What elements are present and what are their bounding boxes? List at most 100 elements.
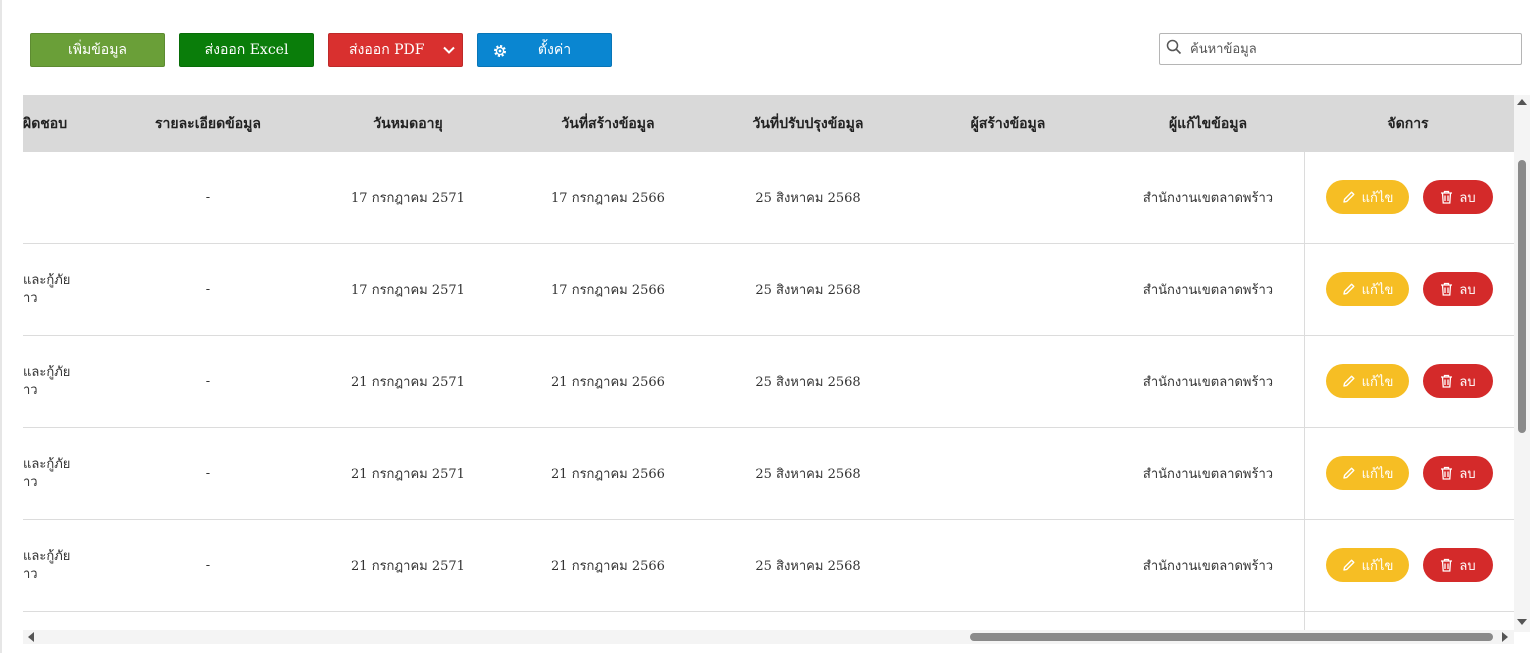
cell-responsible-line2: าว: [23, 290, 38, 306]
settings-button[interactable]: ตั้งค่า: [477, 33, 612, 67]
cell-responsible: และกู้ภัยาว: [23, 428, 93, 519]
cell-created-date: 21 กรกฎาคม 2566: [551, 559, 665, 574]
cell-creator: [928, 152, 1088, 243]
cell-detail: -: [205, 190, 211, 205]
trash-icon: [1440, 282, 1453, 296]
edit-label: แก้ไข: [1361, 558, 1394, 574]
cell-creator: [928, 520, 1088, 611]
horizontal-scroll-thumb[interactable]: [970, 633, 1493, 641]
cell-editor: สำนักงานเขตลาดพร้าว: [1142, 191, 1274, 206]
cell-responsible: และกู้ภัยาว: [23, 520, 93, 611]
cell-responsible-line2: าว: [23, 382, 38, 398]
cell-expire-date: 21 กรกฎาคม 2571: [351, 467, 465, 482]
cell-detail: -: [205, 466, 211, 481]
edit-button[interactable]: แก้ไข: [1326, 548, 1409, 582]
cell-responsible-line1: และกู้ภัย: [23, 456, 71, 472]
cell-detail: -: [205, 374, 211, 389]
cell-created-date: 17 กรกฎาคม 2566: [551, 191, 665, 206]
cell-responsible-line1: และกู้ภัย: [23, 272, 71, 288]
trash-icon: [1440, 466, 1453, 480]
delete-button[interactable]: ลบ: [1423, 272, 1493, 306]
delete-label: ลบ: [1459, 466, 1476, 482]
pencil-icon: [1342, 374, 1356, 388]
scroll-down-arrow-icon[interactable]: [1517, 619, 1527, 625]
cell-creator: [928, 244, 1088, 335]
cell-expire-date: 21 กรกฎาคม 2571: [351, 375, 465, 390]
delete-button[interactable]: ลบ: [1423, 456, 1493, 490]
edit-label: แก้ไข: [1361, 190, 1394, 206]
cell-creator: [928, 336, 1088, 427]
cell-editor: สำนักงานเขตลาดพร้าว: [1142, 375, 1274, 390]
export-excel-label: ส่งออก Excel: [204, 42, 289, 58]
cell-responsible: และกู้ภัยาว: [23, 244, 93, 335]
cell-responsible-line2: าว: [23, 566, 38, 582]
header-creator[interactable]: ผู้สร้างข้อมูล: [928, 95, 1088, 152]
search-box[interactable]: [1159, 33, 1522, 65]
pencil-icon: [1342, 466, 1356, 480]
header-manage: จัดการ: [1387, 115, 1429, 132]
cell-responsible: และกู้ภัยาว: [23, 336, 93, 427]
manage-column-divider: [1304, 152, 1305, 632]
table-row: และกู้ภัย าว - 21 กรกฎาคม 2571 21 กรกฎาคม 25…: [23, 520, 1514, 612]
cell-expire-date: 17 กรกฎาคม 2571: [351, 191, 465, 206]
delete-label: ลบ: [1459, 190, 1476, 206]
trash-icon: [1440, 190, 1453, 204]
header-created-date[interactable]: วันที่สร้างข้อมูล: [528, 95, 688, 152]
header-editor[interactable]: ผู้แก้ไขข้อมูล: [1128, 95, 1288, 152]
cell-updated-date: 25 สิงหาคม 2568: [755, 559, 861, 574]
delete-button[interactable]: ลบ: [1423, 180, 1493, 214]
search-icon: [1166, 39, 1182, 59]
cell-responsible-line1: และกู้ภัย: [23, 548, 71, 564]
cell-detail: -: [205, 282, 211, 297]
edit-label: แก้ไข: [1361, 374, 1394, 390]
edit-button[interactable]: แก้ไข: [1326, 272, 1409, 306]
cell-responsible-line2: าว: [23, 474, 38, 490]
cell-expire-date: 17 กรกฎาคม 2571: [351, 283, 465, 298]
pencil-icon: [1342, 282, 1356, 296]
cell-updated-date: 25 สิงหาคม 2568: [755, 283, 861, 298]
delete-label: ลบ: [1459, 282, 1476, 298]
header-expire-date[interactable]: วันหมดอายุ: [328, 95, 488, 152]
trash-icon: [1440, 374, 1453, 388]
vertical-scroll-thumb[interactable]: [1518, 160, 1526, 433]
scroll-up-arrow-icon[interactable]: [1517, 99, 1527, 105]
cell-detail: -: [205, 558, 211, 573]
delete-label: ลบ: [1459, 374, 1476, 390]
export-pdf-button[interactable]: ส่งออก PDF: [328, 33, 463, 67]
gear-icon: [492, 43, 508, 63]
table-row: และกู้ภัย าว - 17 กรกฎาคม 2571 17 กรกฎาคม 25…: [23, 244, 1514, 336]
add-data-label: เพิ่มข้อมูล: [67, 42, 128, 58]
export-excel-button[interactable]: ส่งออก Excel: [179, 33, 314, 67]
cell-creator: [928, 428, 1088, 519]
cell-created-date: 21 กรกฎาคม 2566: [551, 375, 665, 390]
edit-button[interactable]: แก้ไข: [1326, 180, 1409, 214]
edit-label: แก้ไข: [1361, 282, 1394, 298]
scroll-left-arrow-icon[interactable]: [28, 632, 34, 642]
cell-responsible: [23, 152, 93, 243]
settings-label: ตั้งค่า: [537, 42, 572, 58]
cell-responsible-line1: และกู้ภัย: [23, 364, 71, 380]
chevron-down-icon[interactable]: [436, 34, 462, 66]
table-row: และกู้ภัยาว - 21 กรกฎาคม 2571 21 กรกฎาคม 25…: [23, 428, 1514, 520]
cell-created-date: 21 กรกฎาคม 2566: [551, 467, 665, 482]
cell-editor: สำนักงานเขตลาดพร้าว: [1142, 283, 1274, 298]
window-edge: [0, 0, 2, 653]
delete-button[interactable]: ลบ: [1423, 364, 1493, 398]
edit-button[interactable]: แก้ไข: [1326, 364, 1409, 398]
cell-updated-date: 25 สิงหาคม 2568: [755, 375, 861, 390]
cell-updated-date: 25 สิงหาคม 2568: [755, 191, 861, 206]
header-updated-date[interactable]: วันที่ปรับปรุงข้อมูล: [728, 95, 888, 152]
pencil-icon: [1342, 190, 1356, 204]
edit-button[interactable]: แก้ไข: [1326, 456, 1409, 490]
table-row: - 17 กรกฎาคม 2571 17 กรกฎาคม 2566 25 สิงหาค…: [23, 152, 1514, 244]
header-detail[interactable]: รายละเอียดข้อมูล: [133, 95, 283, 152]
delete-button[interactable]: ลบ: [1423, 548, 1493, 582]
pencil-icon: [1342, 558, 1356, 572]
scroll-right-arrow-icon[interactable]: [1502, 632, 1508, 642]
search-input[interactable]: [1188, 40, 1521, 58]
header-responsible[interactable]: ผิดชอบ: [23, 95, 93, 152]
delete-label: ลบ: [1459, 558, 1476, 574]
edit-label: แก้ไข: [1361, 466, 1394, 482]
cell-editor: สำนักงานเขตลาดพร้าว: [1142, 467, 1274, 482]
add-data-button[interactable]: เพิ่มข้อมูล: [30, 33, 165, 67]
